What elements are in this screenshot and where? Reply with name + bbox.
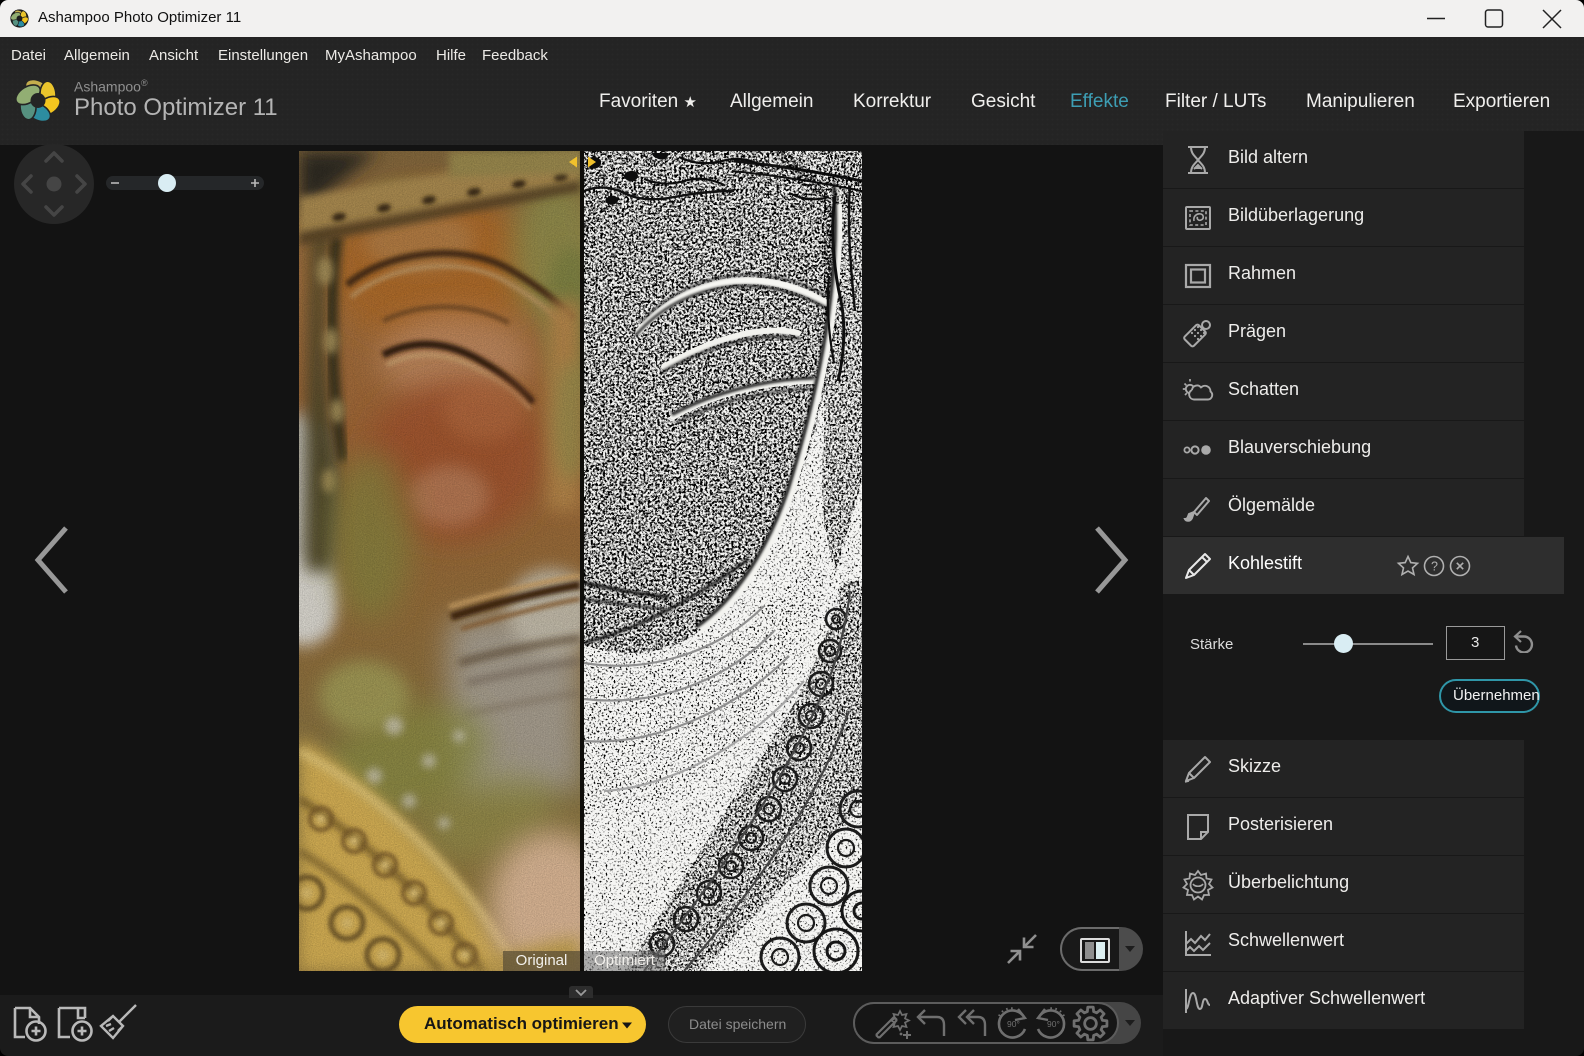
svg-text:90°: 90° (1007, 1019, 1020, 1029)
svg-text:90°: 90° (1047, 1019, 1060, 1029)
svg-text:?: ? (1431, 560, 1438, 574)
